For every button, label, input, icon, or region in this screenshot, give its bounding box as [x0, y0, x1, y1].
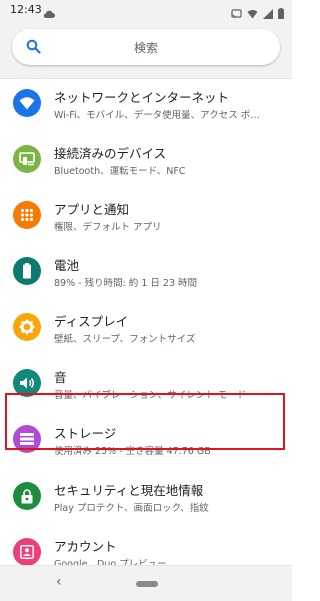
apps-icon [13, 201, 41, 229]
setting-title: 電池 [54, 258, 80, 273]
status-time: 12:43 [10, 3, 42, 16]
setting-subtitle: 89% - 残り時間: 約 1 日 23 時間 [54, 278, 198, 289]
setting-title: ネットワークとインターネット [54, 90, 230, 105]
setting-title: アプリと通知 [54, 202, 130, 217]
lock-icon [13, 482, 41, 510]
setting-network[interactable]: ネットワークとインターネット Wi-Fi、モバイル、データ使用量、アクセス ポ… [0, 78, 292, 138]
search-area: 検索 [0, 20, 292, 79]
navigation-bar: ‹ [0, 565, 292, 601]
setting-subtitle: Bluetooth、運転モード、NFC [54, 166, 186, 177]
wifi-icon [13, 89, 41, 117]
setting-title: アカウント [54, 539, 117, 554]
setting-title: 音 [54, 370, 67, 385]
setting-subtitle: 壁紙、スリープ、フォントサイズ [54, 334, 196, 345]
search-bar[interactable]: 検索 [12, 29, 280, 65]
setting-subtitle: Wi-Fi、モバイル、データ使用量、アクセス ポ… [54, 110, 260, 121]
setting-title: 接続済みのデバイス [54, 146, 167, 161]
status-bar: 12:43 [0, 0, 292, 20]
search-placeholder[interactable]: 検索 [12, 39, 280, 56]
brightness-icon [13, 313, 41, 341]
setting-title: ディスプレイ [54, 314, 129, 329]
setting-display[interactable]: ディスプレイ 壁紙、スリープ、フォントサイズ [0, 302, 292, 362]
home-button[interactable] [136, 581, 158, 587]
account-icon [13, 538, 41, 566]
battery-icon [13, 257, 41, 285]
setting-subtitle: 権限、デフォルト アプリ [54, 222, 162, 233]
back-button[interactable]: ‹ [56, 574, 62, 590]
setting-security[interactable]: セキュリティと現在地情報 Play プロテクト、画面ロック、指紋 [0, 471, 292, 531]
setting-connected-devices[interactable]: 接続済みのデバイス Bluetooth、運転モード、NFC [0, 134, 292, 194]
setting-apps[interactable]: アプリと通知 権限、デフォルト アプリ [0, 190, 292, 250]
devices-icon [13, 145, 41, 173]
storage-highlight-frame [5, 393, 285, 450]
setting-battery[interactable]: 電池 89% - 残り時間: 約 1 日 23 時間 [0, 246, 292, 306]
setting-title: セキュリティと現在地情報 [54, 483, 204, 498]
setting-subtitle: Play プロテクト、画面ロック、指紋 [54, 503, 209, 514]
